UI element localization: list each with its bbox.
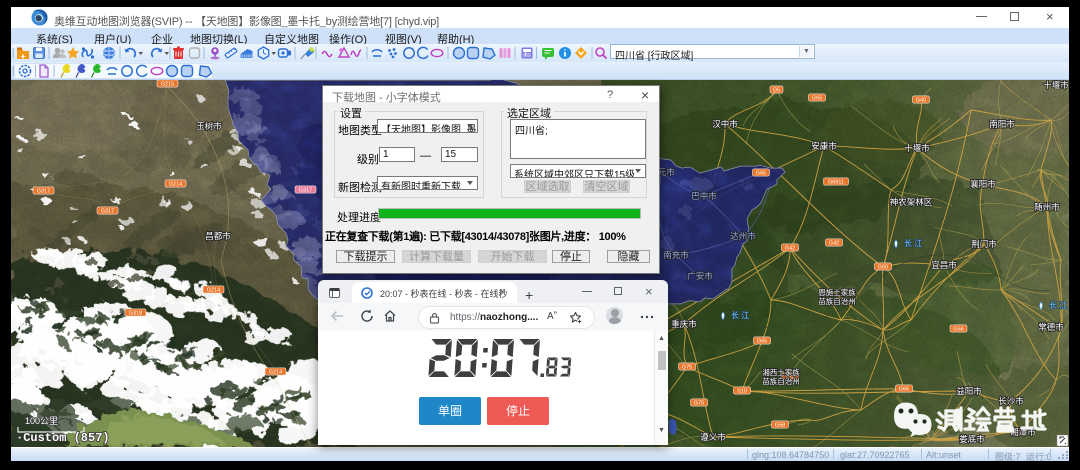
svg-text:G214: G214 xyxy=(269,370,282,376)
svg-text:G214: G214 xyxy=(169,182,182,188)
svg-text:G317: G317 xyxy=(299,188,312,194)
svg-text:常德市: 常德市 xyxy=(1038,322,1064,332)
svg-text:长 江: 长 江 xyxy=(904,238,922,248)
svg-text:G318: G318 xyxy=(129,311,142,317)
svg-text:G214: G214 xyxy=(207,288,220,294)
svg-text:G5: G5 xyxy=(773,88,780,94)
svg-text:G42: G42 xyxy=(829,241,839,247)
svg-text:G65: G65 xyxy=(756,171,766,177)
svg-text:神农架林区: 神农架林区 xyxy=(890,197,933,207)
svg-text:汉中市: 汉中市 xyxy=(712,119,738,129)
svg-text:G75: G75 xyxy=(694,401,704,407)
svg-text:G40: G40 xyxy=(916,98,926,104)
svg-text:长沙市: 长沙市 xyxy=(998,396,1024,406)
svg-text:南阳市: 南阳市 xyxy=(989,119,1015,129)
svg-text:G56: G56 xyxy=(953,327,963,333)
svg-text:G317: G317 xyxy=(101,209,114,215)
svg-text:G50: G50 xyxy=(878,265,888,271)
svg-text:苗族自治州: 苗族自治州 xyxy=(762,376,800,386)
svg-text:十堰市: 十堰市 xyxy=(1043,80,1069,90)
svg-text:昌都市: 昌都市 xyxy=(205,231,231,241)
svg-text:G6911: G6911 xyxy=(828,180,844,186)
svg-text:S10: S10 xyxy=(737,389,747,395)
svg-text:宜昌市: 宜昌市 xyxy=(931,260,957,270)
svg-text:十堰市: 十堰市 xyxy=(904,143,930,153)
svg-text:长 江: 长 江 xyxy=(1049,300,1067,310)
svg-text:G75: G75 xyxy=(682,365,692,371)
svg-text:恩施土家族: 恩施土家族 xyxy=(818,287,856,297)
svg-text:达州市: 达州市 xyxy=(730,231,756,241)
svg-text:G65: G65 xyxy=(757,339,767,345)
svg-text:遵义市: 遵义市 xyxy=(700,432,726,442)
svg-text:广安市: 广安市 xyxy=(687,271,713,281)
svg-text:·Custom (857): ·Custom (857) xyxy=(16,431,110,445)
svg-text:南充市: 南充市 xyxy=(663,250,689,260)
svg-text:益阳市: 益阳市 xyxy=(956,386,982,396)
svg-text:G65: G65 xyxy=(812,96,822,102)
svg-text:荆门市: 荆门市 xyxy=(971,239,997,249)
svg-text:G317: G317 xyxy=(37,189,50,195)
svg-text:G58: G58 xyxy=(775,423,785,429)
svg-text:襄阳市: 襄阳市 xyxy=(970,179,996,189)
svg-text:安康市: 安康市 xyxy=(811,141,837,151)
svg-text:长 江: 长 江 xyxy=(731,310,749,320)
svg-text:100公里: 100公里 xyxy=(25,416,58,426)
svg-text:G42: G42 xyxy=(785,246,795,252)
svg-text:G66: G66 xyxy=(899,387,909,393)
svg-text:G215: G215 xyxy=(161,82,174,88)
svg-text:随州市: 随州市 xyxy=(1034,202,1060,212)
svg-text:玉树市: 玉树市 xyxy=(196,121,222,131)
svg-text:重庆市: 重庆市 xyxy=(671,319,697,329)
svg-text:巴中市: 巴中市 xyxy=(691,191,717,201)
svg-text:苗族自治州: 苗族自治州 xyxy=(818,296,856,306)
svg-text:娄底市: 娄底市 xyxy=(959,434,985,444)
svg-text:湘西土家族: 湘西土家族 xyxy=(762,367,800,377)
